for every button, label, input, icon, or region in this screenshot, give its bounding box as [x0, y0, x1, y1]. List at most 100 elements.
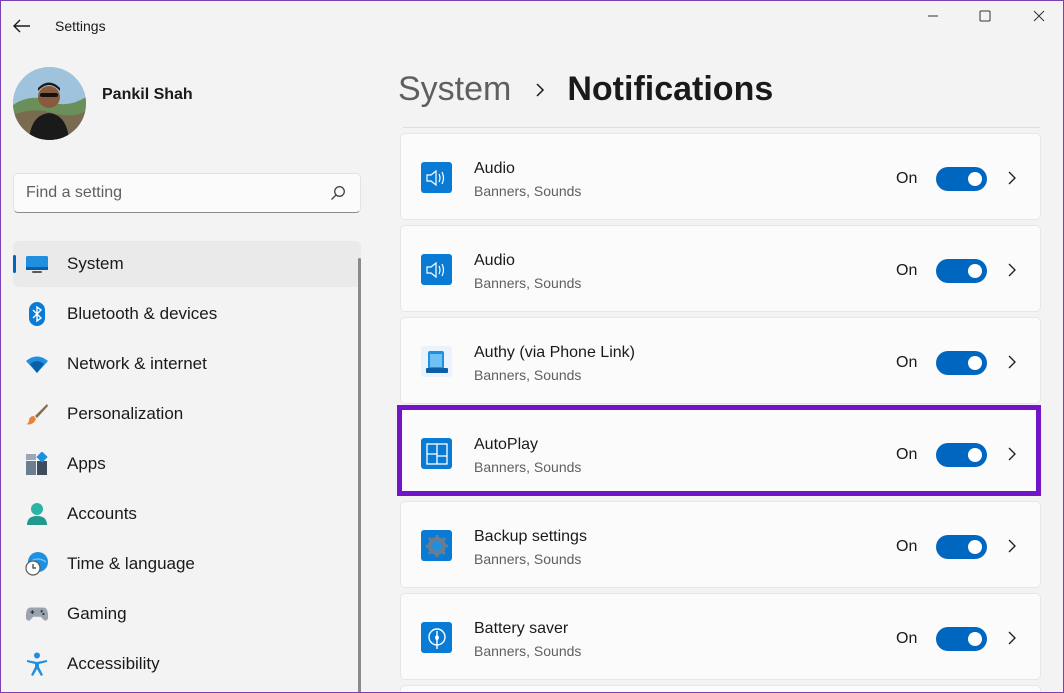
toggle-state-label: On	[896, 170, 918, 187]
chevron-right-icon[interactable]	[1005, 447, 1019, 461]
search-icon[interactable]	[330, 185, 346, 201]
backup-gear-icon	[421, 530, 452, 561]
toggle-knob	[968, 540, 982, 554]
sidebar-item-accessibility[interactable]: Accessibility	[13, 641, 361, 687]
breadcrumb-parent[interactable]: System	[398, 70, 511, 109]
sidebar-item-label: Apps	[67, 454, 106, 473]
notification-row-autoplay[interactable]: AutoPlay Banners, Sounds On	[400, 409, 1041, 496]
sidebar-nav: System Bluetooth & devices Network & int…	[13, 241, 361, 691]
notifications-list: Audio Banners, Sounds On Audio Banners, …	[400, 133, 1041, 693]
app-name: Backup settings	[474, 528, 587, 545]
avatar[interactable]	[13, 67, 86, 140]
chevron-right-icon[interactable]	[1005, 355, 1019, 369]
sidebar-item-gaming[interactable]: Gaming	[13, 591, 361, 637]
account-icon	[25, 502, 49, 526]
notification-row-battery-saver[interactable]: Battery saver Banners, Sounds On	[400, 593, 1041, 680]
close-icon	[1033, 10, 1045, 22]
sidebar-item-label: Accessibility	[67, 654, 160, 673]
brush-icon	[25, 402, 49, 426]
avatar-photo-icon	[13, 67, 86, 140]
chevron-right-icon[interactable]	[1005, 171, 1019, 185]
breadcrumb: System Notifications	[398, 70, 773, 109]
speaker-icon	[421, 254, 452, 285]
toggle-knob	[968, 356, 982, 370]
app-name: Battery saver	[474, 620, 569, 637]
sidebar-item-bluetooth[interactable]: Bluetooth & devices	[13, 291, 361, 337]
toggle-knob	[968, 448, 982, 462]
toggle-state-label: On	[896, 538, 918, 555]
sidebar-item-system[interactable]: System	[13, 241, 361, 287]
sidebar-scrollbar[interactable]	[358, 258, 361, 693]
toggle-state-label: On	[896, 630, 918, 647]
notification-toggle[interactable]	[936, 351, 987, 375]
sidebar-item-label: Personalization	[67, 404, 184, 423]
toggle-state-label: On	[896, 262, 918, 279]
speaker-icon	[421, 162, 452, 193]
sidebar-item-label: Gaming	[67, 604, 127, 623]
sidebar-item-accounts[interactable]: Accounts	[13, 491, 361, 537]
sidebar-item-label: Network & internet	[67, 354, 207, 373]
toggle-knob	[968, 264, 982, 278]
app-subtitle: Banners, Sounds	[474, 183, 582, 199]
divider	[403, 127, 1040, 128]
battery-saver-icon	[421, 622, 452, 653]
toggle-knob	[968, 632, 982, 646]
search-input[interactable]	[14, 174, 314, 212]
app-subtitle: Banners, Sounds	[474, 367, 582, 383]
maximize-icon	[979, 10, 991, 22]
sidebar-item-apps[interactable]: Apps	[13, 441, 361, 487]
app-subtitle: Banners, Sounds	[474, 275, 582, 291]
toggle-state-label: On	[896, 354, 918, 371]
user-name[interactable]: Pankil Shah	[102, 86, 193, 104]
maximize-button[interactable]	[962, 4, 1008, 28]
notification-toggle[interactable]	[936, 443, 987, 467]
app-subtitle: Banners, Sounds	[474, 459, 582, 475]
page-title: Notifications	[567, 70, 774, 108]
wifi-icon	[25, 352, 49, 376]
notification-row-backup[interactable]: Backup settings Banners, Sounds On	[400, 501, 1041, 588]
search-box[interactable]	[13, 173, 361, 213]
notification-toggle[interactable]	[936, 167, 987, 191]
bluetooth-icon	[25, 302, 49, 326]
back-arrow-icon	[13, 19, 30, 33]
sidebar-item-time-language[interactable]: Time & language	[13, 541, 361, 587]
title-bar: Settings	[0, 0, 1064, 52]
app-subtitle: Banners, Sounds	[474, 643, 582, 659]
app-name: AutoPlay	[474, 436, 539, 453]
minimize-icon	[928, 15, 938, 17]
apps-icon	[25, 452, 49, 476]
notification-row-authy[interactable]: Authy (via Phone Link) Banners, Sounds O…	[400, 317, 1041, 404]
active-indicator	[13, 255, 16, 273]
back-button[interactable]	[10, 14, 34, 38]
sidebar-item-label: System	[67, 254, 124, 273]
sidebar-item-personalization[interactable]: Personalization	[13, 391, 361, 437]
notification-row-partial	[400, 685, 1041, 693]
sidebar-item-label: Bluetooth & devices	[67, 304, 218, 323]
app-name: Audio	[474, 160, 515, 177]
close-button[interactable]	[1016, 4, 1062, 28]
sidebar-item-label: Time & language	[67, 554, 195, 573]
notification-toggle[interactable]	[936, 627, 987, 651]
system-display-icon	[25, 252, 49, 276]
chevron-right-icon[interactable]	[1005, 631, 1019, 645]
app-subtitle: Banners, Sounds	[474, 551, 582, 567]
minimize-button[interactable]	[910, 4, 956, 28]
globe-clock-icon	[25, 552, 49, 576]
phone-link-icon	[421, 346, 452, 377]
sidebar-item-network[interactable]: Network & internet	[13, 341, 361, 387]
toggle-knob	[968, 172, 982, 186]
gamepad-icon	[25, 602, 49, 626]
notification-row-audio-2[interactable]: Audio Banners, Sounds On	[400, 225, 1041, 312]
autoplay-icon	[421, 438, 452, 469]
sidebar-item-label: Accounts	[67, 504, 137, 523]
notification-toggle[interactable]	[936, 259, 987, 283]
chevron-right-icon[interactable]	[1005, 539, 1019, 553]
notification-row-audio[interactable]: Audio Banners, Sounds On	[400, 133, 1041, 220]
accessibility-icon	[25, 652, 49, 676]
app-name: Authy (via Phone Link)	[474, 344, 635, 361]
app-title: Settings	[55, 18, 106, 34]
toggle-state-label: On	[896, 446, 918, 463]
chevron-right-icon	[536, 82, 545, 97]
notification-toggle[interactable]	[936, 535, 987, 559]
chevron-right-icon[interactable]	[1005, 263, 1019, 277]
